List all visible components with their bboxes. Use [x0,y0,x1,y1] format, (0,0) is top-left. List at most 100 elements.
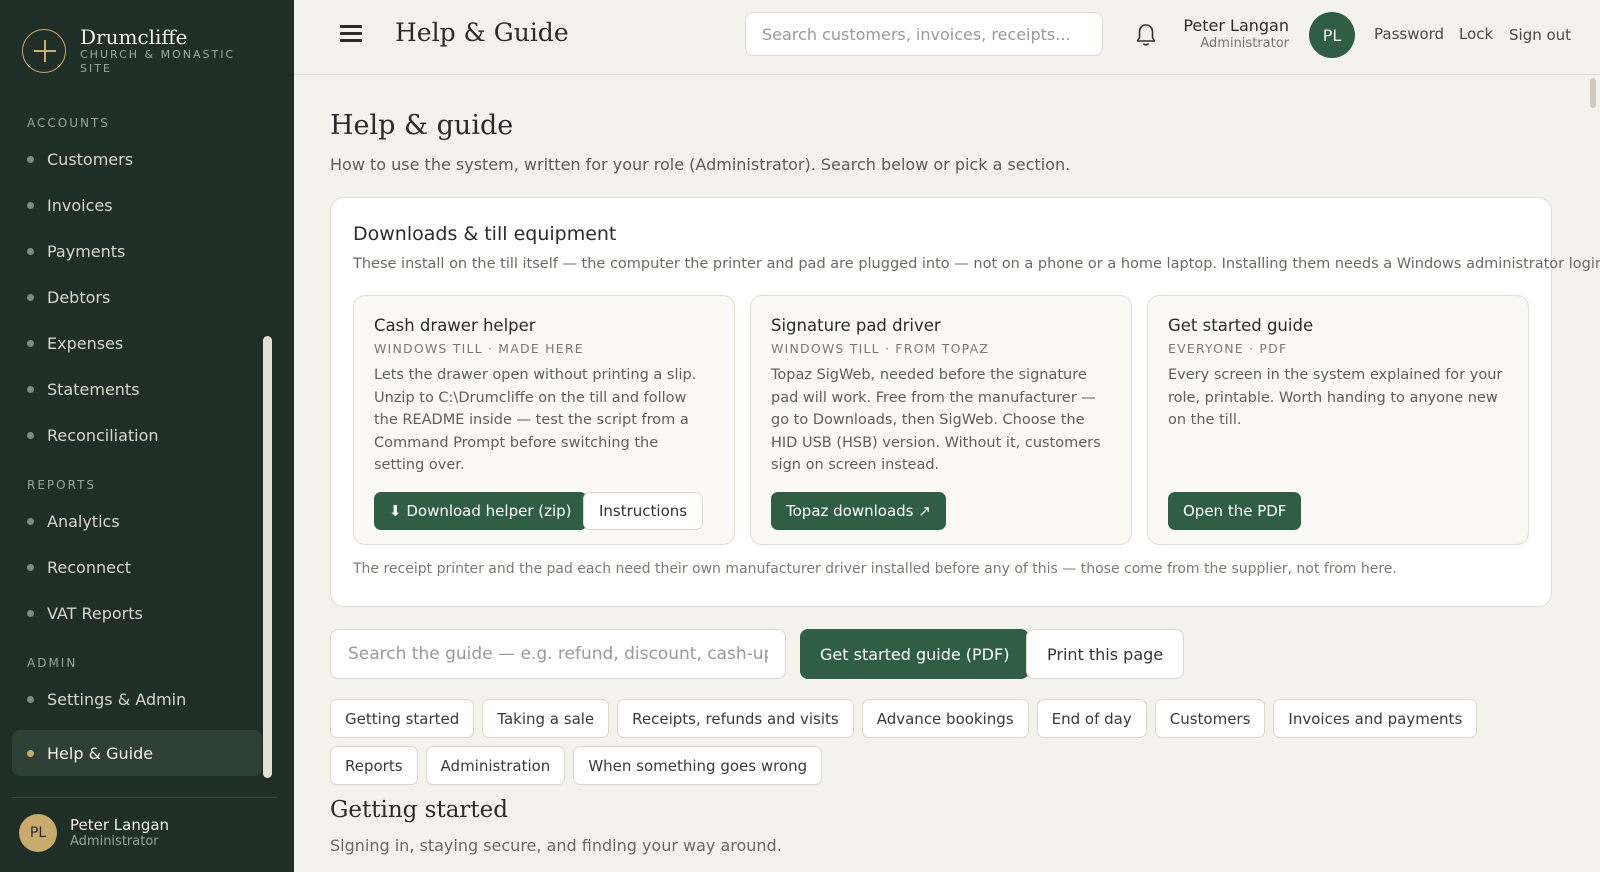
sidebar-item-invoices[interactable]: Invoices [27,196,113,215]
header-user-role: Administrator [1200,36,1289,51]
bullet-icon [27,696,34,703]
sidebar-scrollbar[interactable] [263,336,272,778]
card-title: Signature pad driver [771,316,941,335]
bullet-icon [27,564,34,571]
sidebar-item-expenses[interactable]: Expenses [27,334,123,353]
main-scrollbar[interactable] [1590,78,1596,108]
sidebar-item-vat-reports[interactable]: VAT Reports [27,604,143,623]
lock-link[interactable]: Lock [1459,25,1493,43]
get-started-pdf-button[interactable]: Get started guide (PDF) [800,629,1030,679]
topic-chip[interactable]: When something goes wrong [573,746,823,785]
topaz-downloads-button[interactable]: Topaz downloads ↗ [771,492,946,530]
top-header: Help & Guide Peter Langan Administrator … [294,0,1600,75]
card-tag: WINDOWS TILL · MADE HERE [374,341,584,356]
sidebar-item-reconciliation[interactable]: Reconciliation [27,426,159,445]
download-card-get-started: Get started guide EVERYONE · PDF Every s… [1147,295,1529,545]
menu-icon[interactable] [340,25,362,43]
password-link[interactable]: Password [1374,25,1444,43]
topic-chip[interactable]: Advance bookings [861,699,1029,738]
nav-section-accounts: ACCOUNTS [27,116,110,130]
avatar[interactable]: PL [1309,12,1355,58]
header-user[interactable]: Peter Langan Administrator [1165,16,1289,52]
sidebar-item-settings-admin[interactable]: Settings & Admin [27,690,186,709]
page-subtitle: How to use the system, written for your … [330,155,1071,174]
topic-chip[interactable]: Invoices and payments [1273,699,1478,738]
sidebar-item-label: Statements [47,380,140,399]
sidebar-item-customers[interactable]: Customers [27,150,133,169]
card-body: Topaz SigWeb, needed before the signatur… [771,367,1101,473]
brand[interactable]: Drumcliffe CHURCH & MONASTIC SITE [22,26,260,76]
avatar: PL [19,814,57,852]
topic-chip[interactable]: Receipts, refunds and visits [617,699,854,738]
sidebar: Drumcliffe CHURCH & MONASTIC SITE ACCOUN… [0,0,294,872]
sidebar-item-analytics[interactable]: Analytics [27,512,120,531]
bullet-icon [27,156,34,163]
downloads-panel: Downloads & till equipment These install… [330,197,1600,607]
sidebar-item-label: Debtors [47,288,111,307]
sidebar-item-debtors[interactable]: Debtors [27,288,110,307]
bullet-icon [27,749,34,757]
cross-logo-icon [22,29,66,73]
sidebar-item-help-guide[interactable]: Help & Guide [12,730,262,776]
card-title: Get started guide [1168,316,1314,335]
sidebar-item-statements[interactable]: Statements [27,380,140,399]
sign-out-link[interactable]: Sign out [1509,26,1571,44]
brand-subtitle: CHURCH & MONASTIC SITE [80,48,236,75]
bullet-icon [27,202,34,209]
sidebar-item-label: Invoices [47,196,113,215]
topic-chip[interactable]: Administration [425,746,566,785]
topic-chip[interactable]: Reports [330,746,418,785]
section-title: Getting started [330,797,509,823]
downloads-footnote: The receipt printer and the pad each nee… [353,561,1397,577]
sidebar-user[interactable]: PL Peter Langan Administrator [19,814,169,852]
sidebar-item-reconnect[interactable]: Reconnect [27,558,131,577]
download-card-cash-drawer: Cash drawer helper WINDOWS TILL · MADE H… [353,295,735,545]
bullet-icon [27,610,34,617]
topic-chip[interactable]: End of day [1036,699,1147,738]
sidebar-item-label: Help & Guide [47,743,154,763]
card-body: Lets the drawer open without printing a … [374,367,697,473]
sidebar-item-label: Analytics [47,512,120,531]
bullet-icon [27,386,34,393]
sidebar-item-label: Expenses [47,334,124,353]
header-title: Help & Guide [395,18,569,47]
topic-chip[interactable]: Taking a sale [482,699,610,738]
sidebar-user-name: Peter Langan [70,816,170,834]
sidebar-item-label: Reconnect [47,558,132,577]
print-page-button[interactable]: Print this page [1026,629,1185,679]
nav-section-admin: ADMIN [27,656,78,670]
bell-icon[interactable] [1134,22,1158,48]
downloads-title: Downloads & till equipment [353,223,617,245]
sidebar-item-label: VAT Reports [47,604,143,623]
download-helper-button[interactable]: ⬇ Download helper (zip) [374,492,587,530]
topic-chip[interactable]: Customers [1154,699,1266,738]
instructions-button[interactable]: Instructions [583,492,704,530]
card-tag: EVERYONE · PDF [1168,341,1288,356]
guide-search-input[interactable] [330,629,786,679]
global-search-input[interactable] [745,12,1103,56]
sidebar-item-label: Customers [47,150,134,169]
bullet-icon [27,294,34,301]
bullet-icon [27,432,34,439]
main-content: Help & guide How to use the system, writ… [294,75,1600,872]
bullet-icon [27,248,34,255]
brand-name: Drumcliffe [80,25,188,49]
nav-section-reports: REPORTS [27,478,97,492]
topic-chip[interactable]: Getting started [330,699,475,738]
sidebar-item-payments[interactable]: Payments [27,242,125,261]
sidebar-divider [12,797,277,798]
topic-chips: Getting started Taking a sale Receipts, … [330,699,1552,785]
header-user-name: Peter Langan [1183,16,1289,35]
bullet-icon [27,340,34,347]
card-body: Every screen in the system explained for… [1168,367,1503,428]
sidebar-user-role: Administrator [70,834,159,849]
sidebar-item-label: Payments [47,242,126,261]
card-tag: WINDOWS TILL · FROM TOPAZ [771,341,990,356]
downloads-description: These install on the till itself — the c… [353,256,1600,272]
sidebar-item-label: Reconciliation [47,426,159,445]
card-title: Cash drawer helper [374,316,536,335]
bullet-icon [27,518,34,525]
download-card-signature-pad: Signature pad driver WINDOWS TILL · FROM… [750,295,1132,545]
sidebar-item-label: Settings & Admin [47,690,187,709]
open-pdf-button[interactable]: Open the PDF [1168,492,1302,530]
